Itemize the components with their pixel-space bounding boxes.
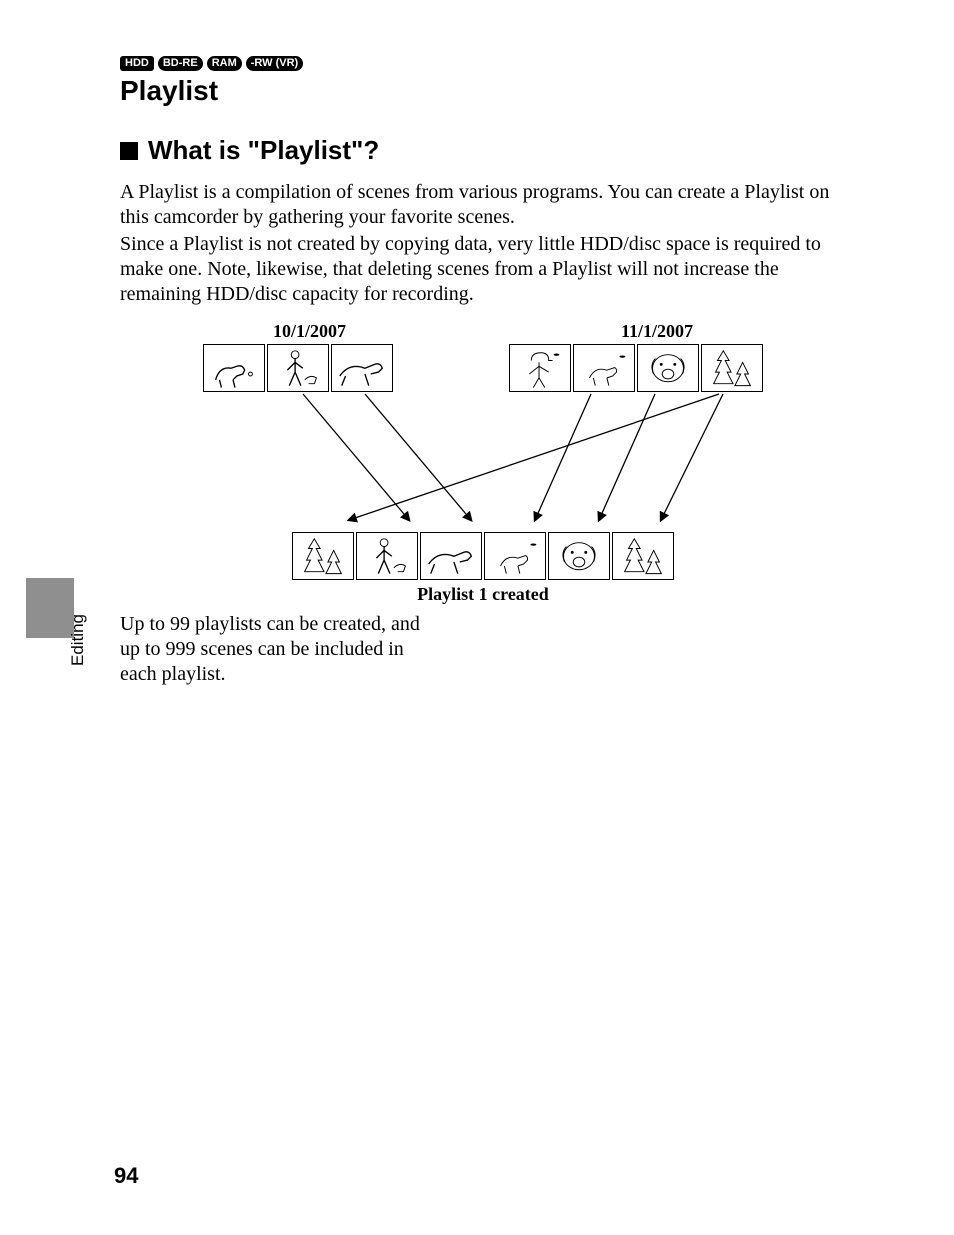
thumb-dog-running-icon bbox=[420, 532, 482, 580]
chapter-tab bbox=[26, 578, 74, 638]
playlist-diagram: 10/1/2007 11/1/2007 bbox=[203, 321, 763, 605]
media-badges: HDD BD-RE RAM -RW (VR) bbox=[120, 56, 846, 71]
thumb-person-dog-icon bbox=[356, 532, 418, 580]
page-number: 94 bbox=[114, 1163, 138, 1189]
diagram-source-group-left bbox=[203, 344, 393, 392]
thumb-dog-face-icon bbox=[637, 344, 699, 392]
diagram-date-right: 11/1/2007 bbox=[621, 321, 693, 342]
diagram-source-group-right bbox=[509, 344, 763, 392]
badge-bdre: BD-RE bbox=[158, 56, 203, 71]
thumb-dog-small-icon bbox=[573, 344, 635, 392]
diagram-date-left: 10/1/2007 bbox=[273, 321, 346, 342]
diagram-arrows-icon bbox=[203, 392, 763, 532]
page-title: Playlist bbox=[120, 75, 846, 107]
diagram-playlist-row bbox=[203, 532, 763, 580]
section-heading-text: What is "Playlist"? bbox=[148, 135, 379, 166]
intro-paragraph-1: A Playlist is a compilation of scenes fr… bbox=[120, 180, 846, 230]
badge-rwvr: -RW (VR) bbox=[246, 56, 303, 71]
intro-paragraph-2: Since a Playlist is not created by copyi… bbox=[120, 232, 846, 307]
badge-ram: RAM bbox=[207, 56, 242, 71]
limits-paragraph: Up to 99 playlists can be created, and u… bbox=[120, 612, 440, 687]
diagram-source-row bbox=[203, 344, 763, 392]
thumb-trees-icon bbox=[612, 532, 674, 580]
thumb-dog-small-icon bbox=[484, 532, 546, 580]
square-bullet-icon bbox=[120, 142, 138, 160]
thumb-dog-face-icon bbox=[548, 532, 610, 580]
thumb-trees-icon bbox=[701, 344, 763, 392]
thumb-person-dog-icon bbox=[267, 344, 329, 392]
thumb-trees-icon bbox=[292, 532, 354, 580]
thumb-dog-standing-icon bbox=[203, 344, 265, 392]
badge-hdd: HDD bbox=[120, 56, 154, 71]
chapter-label: Editing bbox=[68, 614, 88, 666]
diagram-caption: Playlist 1 created bbox=[203, 584, 763, 605]
section-heading: What is "Playlist"? bbox=[120, 135, 846, 166]
thumb-person-cap-icon bbox=[509, 344, 571, 392]
thumb-dog-running-icon bbox=[331, 344, 393, 392]
